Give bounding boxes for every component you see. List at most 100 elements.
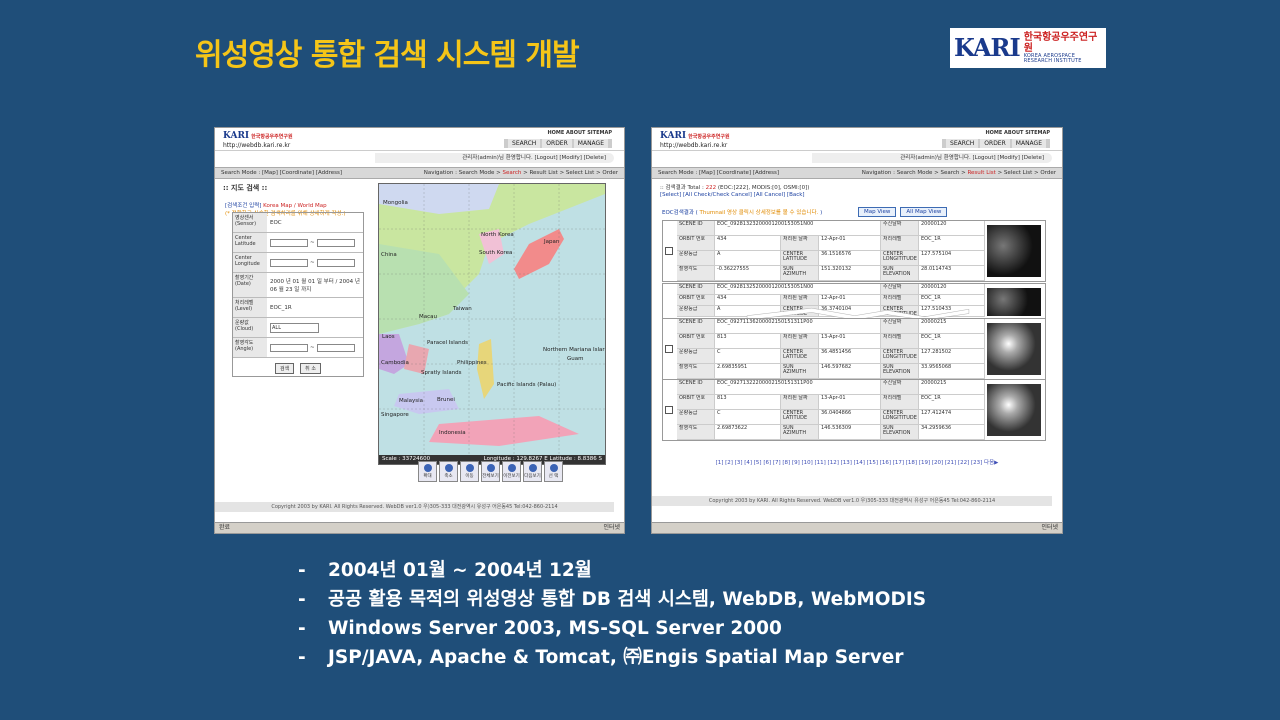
login-bar[interactable]: 관리자(admin)님 환영합니다. [Logout] [Modify] [De… (375, 153, 614, 163)
form-row-date: 촬영기간 (Date) 2000 년 01 월 01 일 부터 / 2004 년 … (233, 273, 363, 298)
zone-text: 인터넷 (1041, 524, 1058, 531)
map-view-button[interactable]: Map View (858, 207, 897, 217)
map-search-screenshot: KARI 한국항공우주연구원 http://webdb.kari.re.kr HO… (214, 127, 625, 534)
top-nav[interactable]: HOME ABOUT SITEMAP (547, 130, 612, 136)
pagination[interactable]: [1] [2] [3] [4] [5] [6] [7] [8] [9] [10]… (652, 458, 1062, 466)
result-record: SCENE ID EOC_09281323200001200153051N00 수신… (662, 220, 1046, 282)
zoom-in-icon[interactable]: 확대 (418, 461, 437, 482)
sensor-value[interactable]: EOC (267, 213, 363, 232)
form-row-sensor: 영상센서 (Sensor) EOC (233, 213, 363, 233)
full-extent-icon[interactable]: 전체보기 (481, 461, 500, 482)
pan-icon[interactable]: 이동 (460, 461, 479, 482)
map-place: Japan (544, 239, 560, 245)
logo-mark: KARI (954, 33, 1021, 62)
angle-max-input[interactable] (316, 343, 355, 352)
nav-bar: Search Mode : [Map] [Coordinate] [Addres… (215, 167, 624, 179)
top-nav[interactable]: HOME ABOUT SITEMAP (985, 130, 1050, 136)
browser-status-bar: 인터넷 (652, 522, 1062, 533)
all-map-view-button[interactable]: All Map View (900, 207, 948, 217)
map-place: Cambodia (381, 360, 409, 366)
angle-min-input[interactable] (270, 343, 308, 352)
lon-min-input[interactable] (270, 258, 308, 267)
scene-thumbnail[interactable] (987, 384, 1041, 436)
map-land (379, 184, 605, 456)
search-mode-links[interactable]: Search Mode : [Map] [Coordinate] [Addres… (658, 168, 779, 178)
world-map-link[interactable]: World Map (297, 203, 326, 209)
site-logo: KARI 한국항공우주연구원 (660, 131, 730, 141)
result-record: SCENE ID EOC_09271136200002150151311P00 수신… (662, 318, 1046, 380)
result-action-links[interactable]: [Select] [All Check/Check Cancel] [All C… (660, 192, 1062, 198)
main-menu: SEARCH ORDER MANAGE (504, 139, 612, 148)
korea-map-link[interactable]: Korea Map (263, 203, 292, 209)
cloud-select[interactable]: ALL (270, 322, 319, 333)
search-button[interactable]: 검색 (275, 363, 295, 374)
lat-max-input[interactable] (316, 238, 355, 247)
login-bar[interactable]: 관리자(admin)님 환영합니다. [Logout] [Modify] [De… (812, 153, 1052, 163)
site-logo: KARI 한국항공우주연구원 (223, 131, 293, 141)
record-checkbox[interactable] (665, 247, 673, 255)
result-total: :: 검색결과 Total : 222 (EOC:[222], MODIS:[0… (660, 185, 810, 191)
bullet-item: 공공 활용 목적의 위성영상 통합 DB 검색 시스템, WebDB, WebM… (298, 585, 926, 614)
map-place: Taiwan (453, 306, 472, 312)
search-form: 영상센서 (Sensor) EOC Center Latitude ~ Center… (232, 212, 364, 377)
record-checkbox[interactable] (665, 345, 673, 353)
map-place: Indonesia (439, 430, 466, 436)
scene-thumbnail[interactable] (987, 323, 1041, 375)
map-place: Guam (567, 356, 584, 362)
previous-view-icon[interactable]: 이전보기 (502, 461, 521, 482)
map-view[interactable]: Mongolia North Korea South Korea China J… (378, 183, 606, 465)
map-place: China (381, 252, 397, 258)
form-row-level: 처리레벨 (Level) EOC_1R (233, 298, 363, 318)
map-place: Mongolia (383, 200, 408, 206)
status-text: 완료 (219, 524, 231, 531)
map-place: Malaysia (399, 398, 424, 404)
map-place: Philippines (457, 360, 487, 366)
result-record: SCENE ID EOC_09271322200002150151311P00 수신… (662, 379, 1046, 441)
result-list-screenshot: KARI 한국항공우주연구원 http://webdb.kari.re.kr HO… (651, 127, 1063, 534)
scene-thumbnail[interactable] (987, 225, 1041, 277)
search-mode-links[interactable]: Search Mode : [Map] [Coordinate] [Addres… (221, 168, 342, 178)
form-row-latitude: Center Latitude ~ (233, 233, 363, 253)
menu-search[interactable]: SEARCH (946, 139, 979, 148)
map-place: Laos (382, 334, 395, 340)
record-checkbox[interactable] (665, 406, 673, 414)
site-url[interactable]: http://webdb.kari.re.kr (660, 142, 727, 149)
main-menu: SEARCH ORDER MANAGE (942, 139, 1050, 148)
map-place: Singapore (381, 412, 409, 418)
menu-manage[interactable]: MANAGE (1011, 139, 1046, 148)
nav-bar: Search Mode : [Map] [Coordinate] [Addres… (652, 167, 1062, 179)
lon-max-input[interactable] (316, 258, 355, 267)
map-place: South Korea (479, 250, 513, 256)
result-caption: EOC검색결과 ( Thumnail 영상 클릭시 상세정보를 볼 수 있습니다… (662, 210, 823, 216)
map-place: Pacific Islands (Palau) (497, 382, 557, 388)
bullet-item: 2004년 01월 ~ 2004년 12월 (298, 556, 926, 585)
copyright: Copyright 2003 by KARI. All Rights Reser… (652, 496, 1052, 506)
bullet-list: 2004년 01월 ~ 2004년 12월 공공 활용 목적의 위성영상 통합 … (298, 556, 926, 672)
site-url[interactable]: http://webdb.kari.re.kr (223, 142, 290, 149)
map-place: Brunei (437, 397, 455, 403)
level-value: EOC_1R (270, 304, 292, 311)
date-range[interactable]: 2000 년 01 월 01 일 부터 / 2004 년 06 월 23 일 까… (267, 273, 363, 297)
menu-order[interactable]: ORDER (980, 139, 1010, 148)
menu-search[interactable]: SEARCH (508, 139, 541, 148)
menu-manage[interactable]: MANAGE (573, 139, 608, 148)
lat-min-input[interactable] (270, 238, 308, 247)
browser-status-bar: 완료 인터넷 (215, 522, 624, 533)
map-toolbar: 확대 축소 이동 전체보기 이전보기 다음보기 선 택 (418, 461, 563, 482)
select-icon[interactable]: 선 택 (544, 461, 563, 482)
menu-order[interactable]: ORDER (542, 139, 572, 148)
form-row-cloud: 운량값 (Cloud) ALL (233, 318, 363, 338)
logo-english-name: KOREA AEROSPACE RESEARCH INSTITUTE (1023, 52, 1082, 64)
form-row-angle: 촬영각도 (Angle) ~ (233, 338, 363, 358)
map-place: Northern Mariana Islar (543, 347, 605, 353)
map-place: Spratly Islands (421, 370, 462, 376)
next-view-icon[interactable]: 다음보기 (523, 461, 542, 482)
map-place: Macau (419, 314, 437, 320)
slide-title: 위성영상 통합 검색 시스템 개발 (195, 38, 580, 73)
zone-text: 인터넷 (603, 524, 620, 531)
form-row-longitude: Center Longitude ~ (233, 253, 363, 273)
bullet-item: Windows Server 2003, MS-SQL Server 2000 (298, 614, 926, 643)
zoom-out-icon[interactable]: 축소 (439, 461, 458, 482)
logo-korean-name: 한국항공우주연구원 (1023, 31, 1098, 54)
cancel-button[interactable]: 취 소 (300, 363, 321, 374)
